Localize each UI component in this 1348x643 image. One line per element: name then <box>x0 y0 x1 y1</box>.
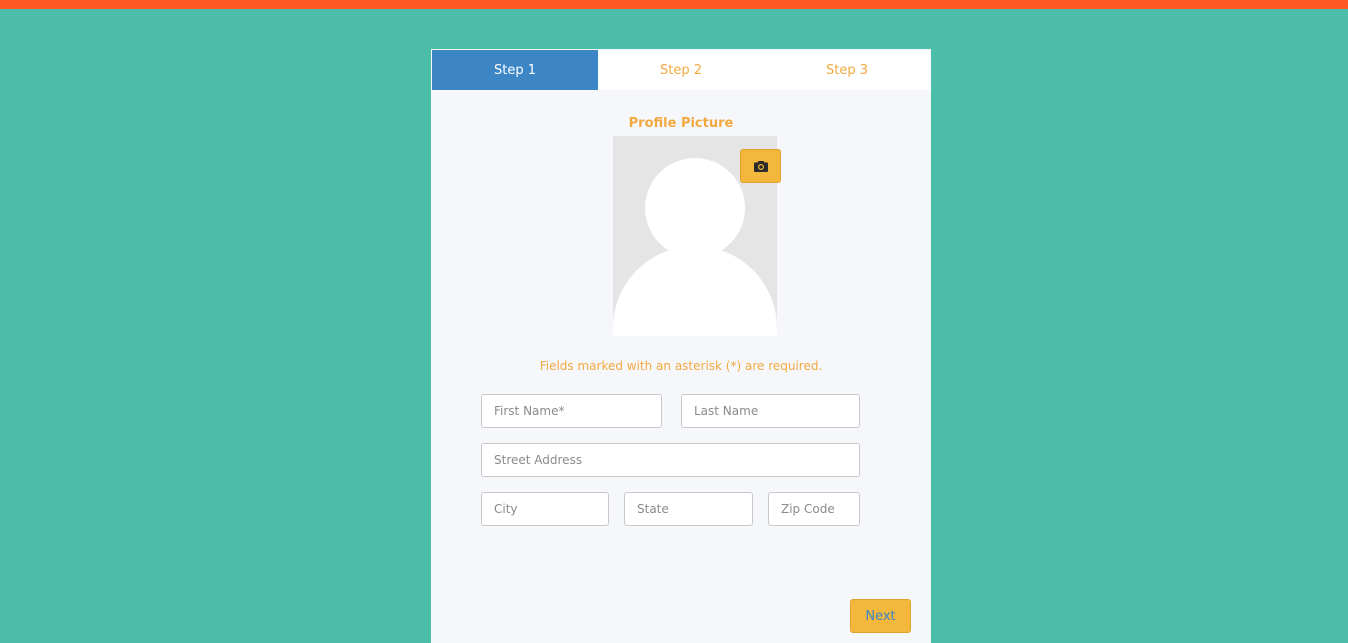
profile-picture-title: Profile Picture <box>628 116 734 131</box>
tab-step-3[interactable]: Step 3 <box>764 50 930 90</box>
tab-step-2[interactable]: Step 2 <box>598 50 764 90</box>
wizard-card: Step 1 Step 2 Step 3 Profile Picture Fie… <box>431 49 931 643</box>
avatar-head-shape <box>645 158 745 258</box>
top-accent-bar <box>0 0 1348 9</box>
step-tabs: Step 1 Step 2 Step 3 <box>432 50 930 90</box>
required-fields-note: Fields marked with an asterisk (*) are r… <box>539 359 823 373</box>
avatar-body-shape <box>613 246 777 336</box>
zip-code-field[interactable] <box>768 492 860 526</box>
street-address-field[interactable] <box>481 443 860 477</box>
next-button[interactable]: Next <box>850 599 911 633</box>
camera-icon <box>753 161 768 172</box>
state-field[interactable] <box>624 492 753 526</box>
city-field[interactable] <box>481 492 609 526</box>
last-name-field[interactable] <box>681 394 860 428</box>
first-name-field[interactable] <box>481 394 662 428</box>
upload-photo-button[interactable] <box>740 149 781 183</box>
tab-step-1[interactable]: Step 1 <box>432 50 598 90</box>
